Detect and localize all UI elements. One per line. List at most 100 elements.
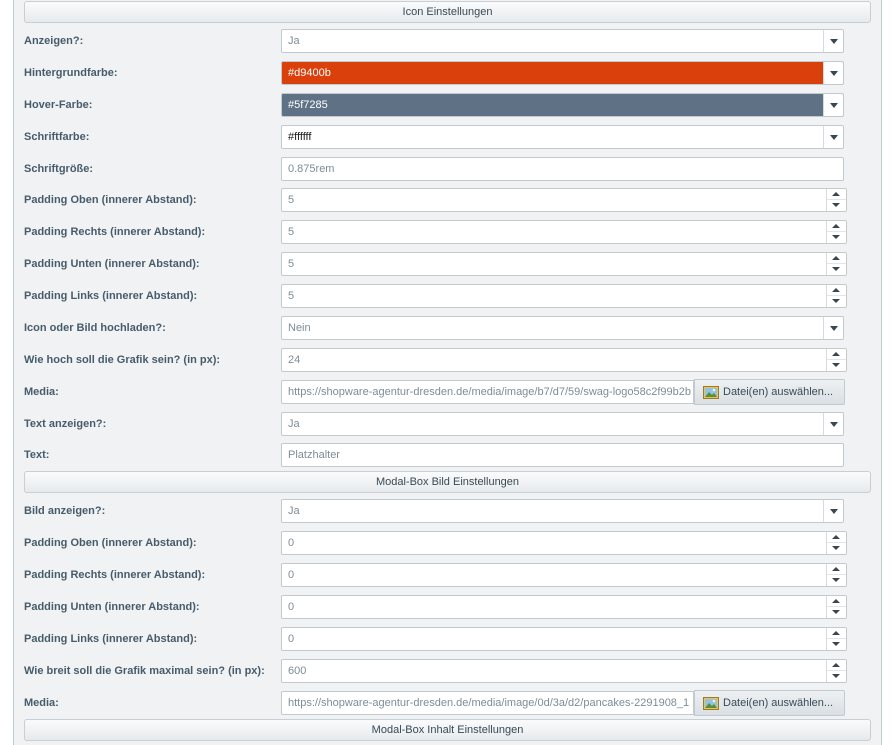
padding-left-stepper[interactable]: 5 — [281, 284, 847, 308]
color-value: #ffffff — [288, 131, 312, 143]
field-label: Bild anzeigen?: — [24, 505, 106, 517]
input-value: 5 — [288, 226, 295, 238]
row-modal-padding-top: Padding Oben (innerer Abstand): 0 — [0, 529, 893, 557]
section-header-icon[interactable]: Icon Einstellungen — [24, 1, 871, 23]
background-color-picker[interactable]: #d9400b — [281, 61, 844, 85]
row-padding-top: Padding Oben (innerer Abstand): 5 — [0, 186, 893, 214]
chevron-down-icon[interactable] — [823, 62, 843, 84]
show-select[interactable]: Ja — [281, 29, 844, 53]
spin-up-icon[interactable] — [827, 189, 846, 200]
field-label: Padding Unten (innerer Abstand): — [24, 601, 200, 613]
chevron-down-icon[interactable] — [823, 94, 843, 116]
field-label: Padding Oben (innerer Abstand): — [24, 194, 197, 206]
spin-down-icon[interactable] — [827, 360, 846, 371]
field-label: Padding Links (innerer Abstand): — [24, 290, 198, 302]
input-value: 0 — [288, 537, 295, 549]
spin-down-icon[interactable] — [827, 296, 846, 307]
modal-padding-left-stepper[interactable]: 0 — [281, 627, 847, 651]
select-files-button[interactable]: Datei(en) auswählen... — [694, 690, 845, 716]
spin-up-icon[interactable] — [827, 221, 846, 232]
spin-up-icon[interactable] — [827, 253, 846, 264]
show-image-select[interactable]: Ja — [281, 499, 844, 523]
field-label: Text anzeigen?: — [24, 418, 107, 430]
select-files-button[interactable]: Datei(en) auswählen... — [694, 379, 845, 405]
chevron-down-icon[interactable] — [823, 126, 843, 148]
field-label: Wie breit soll die Grafik maximal sein? … — [24, 665, 265, 677]
spin-up-icon[interactable] — [827, 532, 846, 543]
modal-padding-bottom-stepper[interactable]: 0 — [281, 595, 847, 619]
spin-down-icon[interactable] — [827, 200, 846, 211]
input-value: 0 — [288, 633, 295, 645]
chevron-down-icon[interactable] — [823, 413, 843, 435]
chevron-down-icon[interactable] — [823, 317, 843, 339]
media-url-input[interactable]: https://shopware-agentur-dresden.de/medi… — [281, 380, 694, 404]
stepper-buttons — [826, 253, 846, 275]
select-value: Nein — [288, 322, 311, 334]
modal-media-url-input[interactable]: https://shopware-agentur-dresden.de/medi… — [281, 691, 694, 715]
input-value: 0 — [288, 569, 295, 581]
chevron-down-icon[interactable] — [823, 500, 843, 522]
field-label: Padding Links (innerer Abstand): — [24, 633, 198, 645]
field-label: Hintergrundfarbe: — [24, 67, 118, 79]
chevron-down-icon[interactable] — [823, 30, 843, 52]
field-label: Padding Rechts (innerer Abstand): — [24, 569, 206, 581]
show-text-select[interactable]: Ja — [281, 412, 844, 436]
modal-padding-top-stepper[interactable]: 0 — [281, 531, 847, 555]
row-show: Anzeigen?: Ja — [0, 27, 893, 55]
modal-padding-right-stepper[interactable]: 0 — [281, 563, 847, 587]
section-header-modal-image[interactable]: Modal-Box Bild Einstellungen — [24, 471, 871, 493]
text-input[interactable]: Platzhalter — [281, 443, 844, 467]
select-value: Ja — [288, 505, 300, 517]
padding-bottom-stepper[interactable]: 5 — [281, 252, 847, 276]
spin-down-icon[interactable] — [827, 264, 846, 275]
spin-down-icon[interactable] — [827, 232, 846, 243]
spin-up-icon[interactable] — [827, 564, 846, 575]
image-icon — [703, 386, 719, 399]
color-value: #d9400b — [288, 67, 331, 79]
row-modal-media: Media: https://shopware-agentur-dresden.… — [0, 689, 893, 717]
upload-icon-select[interactable]: Nein — [281, 316, 844, 340]
field-label: Icon oder Bild hochladen?: — [24, 322, 166, 334]
spin-up-icon[interactable] — [827, 285, 846, 296]
row-hover-color: Hover-Farbe: #5f7285 — [0, 91, 893, 119]
row-modal-padding-right: Padding Rechts (innerer Abstand): 0 — [0, 561, 893, 589]
field-label: Padding Unten (innerer Abstand): — [24, 258, 200, 270]
row-show-image: Bild anzeigen?: Ja — [0, 497, 893, 525]
hover-color-picker[interactable]: #5f7285 — [281, 93, 844, 117]
field-label: Wie hoch soll die Grafik sein? (in px): — [24, 354, 221, 366]
row-show-text: Text anzeigen?: Ja — [0, 410, 893, 438]
spin-down-icon[interactable] — [827, 607, 846, 618]
row-modal-padding-bottom: Padding Unten (innerer Abstand): 0 — [0, 593, 893, 621]
row-background-color: Hintergrundfarbe: #d9400b — [0, 59, 893, 87]
input-value: 600 — [288, 665, 307, 677]
input-value: 5 — [288, 194, 295, 206]
padding-right-stepper[interactable]: 5 — [281, 220, 847, 244]
section-header-modal-content[interactable]: Modal-Box Inhalt Einstellungen — [24, 719, 871, 741]
max-width-stepper[interactable]: 600 — [281, 659, 847, 683]
graphic-height-stepper[interactable]: 24 — [281, 348, 847, 372]
stepper-buttons — [826, 660, 846, 682]
field-label: Hover-Farbe: — [24, 99, 93, 111]
spin-down-icon[interactable] — [827, 575, 846, 586]
field-label: Media: — [24, 697, 59, 709]
row-graphic-height: Wie hoch soll die Grafik sein? (in px): … — [0, 346, 893, 374]
spin-up-icon[interactable] — [827, 660, 846, 671]
input-value: 0 — [288, 601, 295, 613]
stepper-buttons — [826, 189, 846, 211]
row-font-color: Schriftfarbe: #ffffff — [0, 123, 893, 151]
image-icon — [703, 697, 719, 710]
padding-top-stepper[interactable]: 5 — [281, 188, 847, 212]
field-label: Padding Rechts (innerer Abstand): — [24, 226, 206, 238]
select-value: Ja — [288, 418, 300, 430]
spin-down-icon[interactable] — [827, 639, 846, 650]
font-color-picker[interactable]: #ffffff — [281, 125, 844, 149]
spin-down-icon[interactable] — [827, 671, 846, 682]
spin-up-icon[interactable] — [827, 628, 846, 639]
spin-up-icon[interactable] — [827, 596, 846, 607]
field-label: Anzeigen?: — [24, 35, 84, 47]
stepper-buttons — [826, 564, 846, 586]
font-size-input[interactable]: 0.875rem — [281, 157, 844, 181]
stepper-buttons — [826, 349, 846, 371]
spin-down-icon[interactable] — [827, 543, 846, 554]
spin-up-icon[interactable] — [827, 349, 846, 360]
